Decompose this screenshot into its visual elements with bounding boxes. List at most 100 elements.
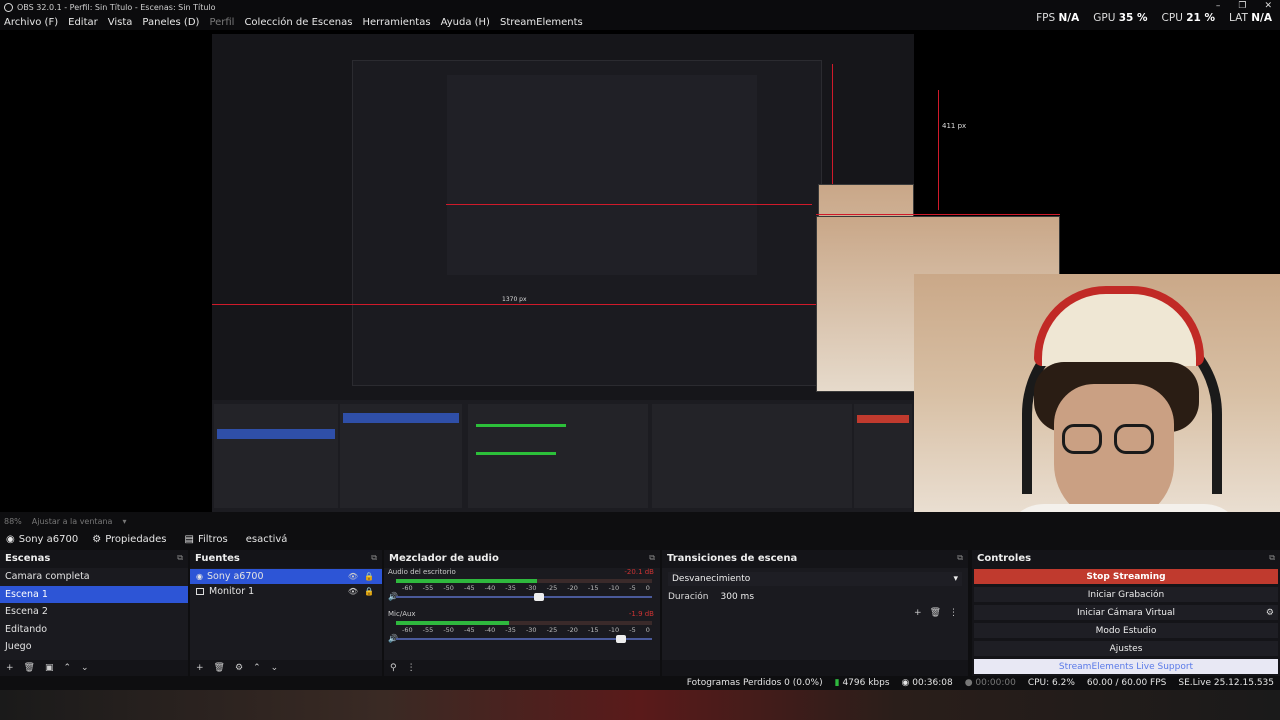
move-down-icon[interactable]: ⌄ (81, 663, 89, 673)
move-up-icon[interactable]: ⌃ (253, 663, 261, 673)
controls-header: Controles ⧉ (972, 550, 1280, 566)
lat-label: LAT (1229, 12, 1248, 24)
menu-paneles[interactable]: Paneles (D) (142, 17, 199, 28)
se-version: SE.Live 25.12.15.535 (1178, 678, 1274, 688)
menu-archivo[interactable]: Archivo (F) (4, 17, 58, 28)
volume-fader[interactable]: 🔊 (388, 634, 652, 643)
preview-scale-bar: 88% Ajustar a la ventana ▾ (0, 512, 1280, 530)
menu-dots-icon[interactable]: ⋮ (407, 663, 416, 673)
source-item-monitor-1[interactable]: Monitor 1 👁 🔒 (190, 584, 382, 599)
mixer-title: Mezclador de audio (389, 552, 499, 564)
volume-fader[interactable]: 🔊 (388, 592, 652, 601)
menu-herramientas[interactable]: Herramientas (362, 17, 430, 28)
scene-item-editando[interactable]: Editando (0, 621, 188, 639)
tick: -30 (525, 626, 537, 634)
background-camera-strip (0, 690, 1280, 720)
transitions-title: Transiciones de escena (667, 552, 798, 564)
trash-icon[interactable]: 🗑 (930, 608, 941, 618)
duration-label: Duración (668, 592, 709, 602)
tick: -30 (525, 584, 537, 592)
fit-to-window[interactable]: Ajustar a la ventana (32, 517, 113, 526)
sources-list: ◉ Sony a6700 👁 🔒 Monitor 1 👁 🔒 (190, 568, 382, 660)
fader-knob[interactable] (616, 635, 627, 643)
add-icon[interactable]: + (914, 608, 922, 618)
move-up-icon[interactable]: ⌃ (64, 663, 72, 673)
link-icon[interactable]: ⚲ (390, 663, 397, 673)
transition-select[interactable]: Desvanecimiento ▾ (668, 572, 962, 586)
tick: -35 (505, 626, 516, 634)
gear-icon[interactable]: ⚙ (235, 663, 243, 673)
close-icon[interactable]: ✕ (1264, 1, 1272, 11)
menu-ayuda[interactable]: Ayuda (H) (441, 17, 490, 28)
monitor-icon (196, 588, 204, 595)
dock-float-icon[interactable]: ⧉ (957, 553, 963, 563)
trash-icon[interactable]: 🗑 (214, 663, 225, 673)
scene-item-juego[interactable]: Juego (0, 638, 188, 656)
bitrate-value: 4796 kbps (842, 678, 890, 688)
dock-float-icon[interactable]: ⧉ (649, 553, 655, 563)
source-item-sony-a6700[interactable]: ◉ Sony a6700 👁 🔒 (190, 569, 382, 584)
move-down-icon[interactable]: ⌄ (271, 663, 279, 673)
mixer-track-mic: Mic/Aux -1.9 dB -60 -55 -50 -45 -40 -35 -30 -25… (388, 610, 656, 652)
dropped-frames: Fotogramas Perdidos 0 (0.0%) (686, 678, 823, 688)
nested-preview-deeper (447, 75, 757, 275)
scenes-header: Escenas ⧉ (0, 550, 188, 566)
menu-streamelements[interactable]: StreamElements (500, 17, 583, 28)
streamelements-support-button[interactable]: StreamElements Live Support (974, 659, 1278, 674)
start-recording-button[interactable]: Iniciar Grabación (974, 587, 1278, 602)
start-virtual-camera-button[interactable]: Iniciar Cámara Virtual ⚙ (974, 605, 1278, 620)
fps-value: N/A (1058, 12, 1080, 24)
face (1054, 384, 1174, 524)
guide-line-vertical (832, 64, 833, 204)
gear-icon[interactable]: ⚙ (1266, 608, 1274, 618)
stop-streaming-button[interactable]: Stop Streaming (974, 569, 1278, 584)
nested-meter-2 (476, 452, 556, 455)
settings-button[interactable]: Ajustes (974, 641, 1278, 656)
duration-input[interactable]: 300 ms (721, 592, 755, 602)
minimize-icon[interactable]: – (1216, 1, 1221, 11)
filters-button[interactable]: ▤ Filtros (181, 533, 232, 546)
maximize-icon[interactable]: ❐ (1238, 1, 1246, 11)
eye-icon[interactable]: 👁 (348, 572, 358, 581)
eye-icon[interactable]: 👁 (348, 587, 358, 596)
studio-mode-button[interactable]: Modo Estudio (974, 623, 1278, 638)
source-label: Monitor 1 (209, 586, 255, 597)
nested-preview-inner (352, 60, 822, 386)
transitions-dock: Transiciones de escena ⧉ Desvanecimiento… (662, 550, 968, 676)
menu-vista[interactable]: Vista (108, 17, 133, 28)
fader-track (396, 638, 652, 640)
filter-icon[interactable]: ▣ (45, 663, 54, 673)
lock-icon[interactable]: 🔒 (364, 587, 374, 596)
guide-line-vertical-outer (938, 90, 939, 210)
menu-dots-icon[interactable]: ⋮ (949, 608, 958, 618)
tick: -50 (443, 584, 454, 592)
chevron-down-icon[interactable]: ▾ (122, 517, 126, 526)
add-icon[interactable]: + (196, 663, 204, 673)
add-icon[interactable]: + (6, 663, 14, 673)
sources-title: Fuentes (195, 552, 240, 564)
tick: -60 (402, 626, 413, 634)
tick: -45 (463, 626, 475, 634)
dock-float-icon[interactable]: ⧉ (371, 553, 377, 563)
scene-item-escena-1[interactable]: Escena 1 (0, 585, 188, 603)
fader-knob[interactable] (534, 593, 545, 601)
gpu-value: 35 % (1118, 12, 1148, 24)
tick: -25 (546, 626, 558, 634)
deactivate-button[interactable]: esactivá (242, 533, 292, 546)
dock-float-icon[interactable]: ⧉ (177, 553, 183, 563)
menu-editar[interactable]: Editar (68, 17, 98, 28)
preview-canvas[interactable]: 1370 px 411 px (0, 30, 1280, 542)
nested-stop-button (857, 415, 909, 423)
sources-dock: Fuentes ⧉ ◉ Sony a6700 👁 🔒 Monitor 1 👁 🔒 +… (190, 550, 382, 676)
controls-title: Controles (977, 552, 1032, 564)
performance-stats: FPS N/A GPU 35 % CPU 21 % LAT N/A (1036, 12, 1272, 24)
dock-float-icon[interactable]: ⧉ (1269, 553, 1275, 563)
scene-item-camara-completa[interactable]: Camara completa (0, 568, 188, 586)
scene-item-escena-2[interactable]: Escena 2 (0, 603, 188, 621)
menu-coleccion-escenas[interactable]: Colección de Escenas (244, 17, 352, 28)
trash-icon[interactable]: 🗑 (24, 663, 35, 673)
zoom-level[interactable]: 88% (4, 517, 22, 526)
properties-button[interactable]: ⚙ Propiedades (88, 533, 170, 546)
lock-icon[interactable]: 🔒 (364, 572, 374, 581)
menu-perfil[interactable]: Perfil (209, 17, 234, 28)
